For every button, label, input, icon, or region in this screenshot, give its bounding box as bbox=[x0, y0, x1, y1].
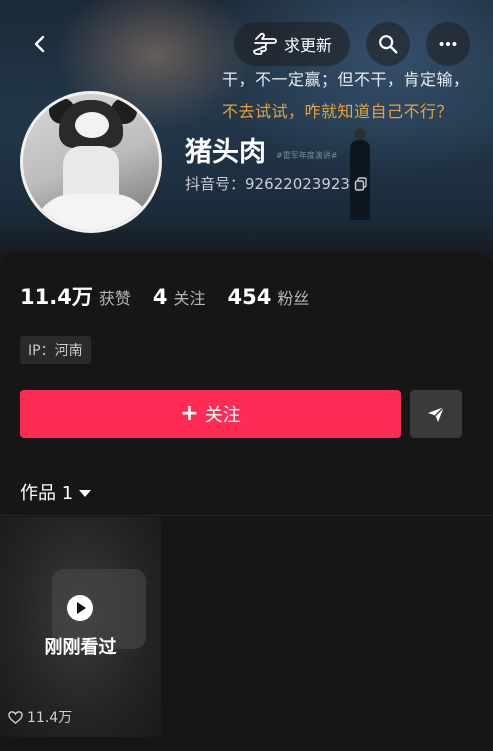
douyin-id-text: 抖音号：92622023923 bbox=[185, 175, 350, 193]
send-icon bbox=[428, 406, 445, 422]
more-dots-icon bbox=[439, 41, 457, 47]
video-like-count: 11.4万 bbox=[8, 707, 72, 727]
stat-followers-value: 454 bbox=[227, 285, 272, 309]
douyin-id[interactable]: 抖音号：92622023923 bbox=[185, 173, 368, 194]
ip-location-tag: IP：河南 bbox=[20, 336, 91, 364]
search-button[interactable] bbox=[366, 22, 410, 66]
chevron-left-icon bbox=[34, 35, 45, 53]
banner-slogan-line2: 不去试试，咋就知道自己不行？ bbox=[222, 102, 454, 121]
stat-following-label: 关注 bbox=[173, 289, 206, 308]
avatar-mickey-face bbox=[75, 112, 109, 138]
avatar-body bbox=[33, 194, 153, 230]
request-update-button[interactable]: 求更新 bbox=[234, 22, 350, 66]
copy-icon[interactable] bbox=[354, 176, 368, 191]
stat-followers[interactable]: 454 粉丝 bbox=[227, 285, 309, 309]
request-update-label: 求更新 bbox=[283, 36, 332, 55]
pointing-hand-icon bbox=[253, 32, 277, 55]
stat-likes-label: 获赞 bbox=[98, 289, 131, 308]
tab-works-label: 作品 1 bbox=[20, 483, 74, 504]
stat-followers-label: 粉丝 bbox=[277, 289, 310, 308]
plus-icon: + bbox=[180, 401, 199, 426]
avatar[interactable] bbox=[20, 91, 162, 233]
caret-down-icon bbox=[79, 489, 92, 497]
profile-stats: 11.4万 获赞 4 关注 454 粉丝 bbox=[20, 281, 331, 311]
back-button[interactable] bbox=[18, 24, 62, 64]
stat-following-value: 4 bbox=[152, 285, 168, 309]
follow-button-label: 关注 bbox=[204, 405, 241, 426]
follow-button[interactable]: + 关注 bbox=[20, 390, 401, 438]
heart-icon bbox=[8, 710, 23, 724]
more-options-button[interactable] bbox=[426, 22, 470, 66]
video-thumbnail[interactable]: 刚刚看过 11.4万 bbox=[0, 517, 161, 737]
banner-slogan-line1: 干，不一定赢；但不干，肯定输， bbox=[222, 70, 470, 89]
stat-likes[interactable]: 11.4万 获赞 bbox=[20, 281, 131, 311]
banner-event-text: #雷军年度演讲# bbox=[276, 151, 338, 160]
search-icon bbox=[379, 35, 398, 54]
recently-viewed-label: 刚刚看过 bbox=[44, 637, 117, 658]
play-icon bbox=[67, 595, 93, 621]
profile-name: 猪头肉 bbox=[185, 137, 266, 168]
stat-likes-value: 11.4万 bbox=[20, 285, 93, 309]
stat-following[interactable]: 4 关注 bbox=[153, 285, 206, 309]
divider bbox=[0, 515, 493, 516]
video-like-count-text: 11.4万 bbox=[27, 710, 73, 726]
tab-works[interactable]: 作品 1 bbox=[20, 479, 92, 505]
profile-card: 11.4万 获赞 4 关注 454 粉丝 IP：河南 + 关注 作品 1 刚刚看… bbox=[0, 253, 493, 751]
share-button[interactable] bbox=[410, 390, 462, 438]
